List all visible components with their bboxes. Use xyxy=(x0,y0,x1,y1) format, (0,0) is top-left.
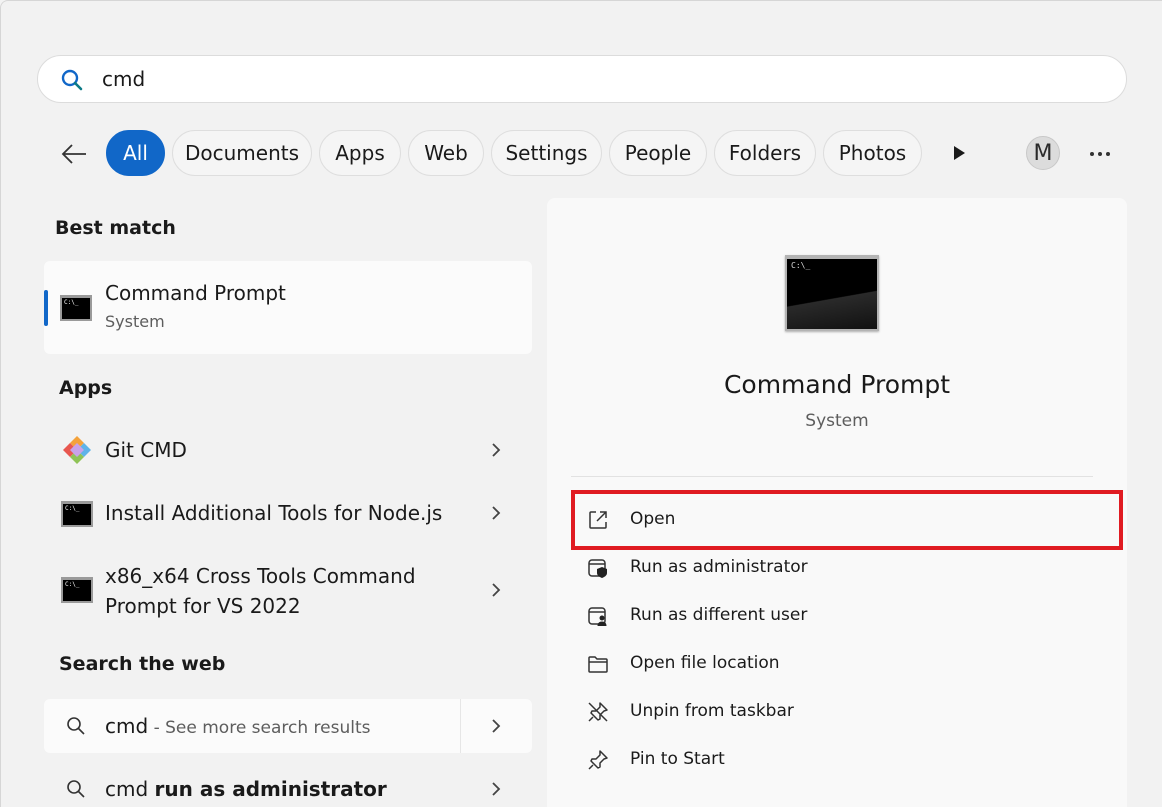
filter-chip-photos[interactable]: Photos xyxy=(823,130,922,176)
search-box[interactable] xyxy=(37,55,1127,103)
back-arrow-icon[interactable] xyxy=(59,139,89,169)
selection-indicator xyxy=(44,290,48,326)
open-external-icon xyxy=(589,511,607,529)
command-prompt-icon xyxy=(60,295,92,321)
search-icon xyxy=(61,69,83,91)
unpin-icon xyxy=(588,702,608,722)
web-result-term: cmd xyxy=(105,714,149,738)
git-cmd-icon xyxy=(63,436,91,464)
more-options-icon[interactable] xyxy=(1087,141,1113,167)
start-search-window: All Documents Apps Web Settings People F… xyxy=(0,0,1162,807)
app-item-label-line1: x86_x64 Cross Tools Command xyxy=(105,564,416,588)
action-open[interactable]: Open xyxy=(547,498,1127,542)
filter-chip-people[interactable]: People xyxy=(609,130,707,176)
filter-chip-apps[interactable]: Apps xyxy=(319,130,401,176)
action-run-as-different-user[interactable]: Run as different user xyxy=(547,594,1127,638)
action-label: Open xyxy=(630,509,676,529)
best-match-heading: Best match xyxy=(55,217,176,239)
filter-bar: All Documents Apps Web Settings People F… xyxy=(1,129,1162,179)
search-icon xyxy=(67,717,85,735)
action-label: Open file location xyxy=(630,653,780,673)
web-result-text: cmd run as administrator xyxy=(105,777,387,801)
divider xyxy=(571,476,1093,477)
search-icon xyxy=(67,780,85,798)
chevron-right-icon[interactable] xyxy=(487,780,505,798)
web-result-cmd[interactable]: cmd - See more search results xyxy=(44,699,532,753)
filter-chip-web[interactable]: Web xyxy=(408,130,484,176)
chevron-right-icon[interactable] xyxy=(487,581,505,599)
web-result-hint: - See more search results xyxy=(148,718,371,738)
action-label: Run as administrator xyxy=(630,557,808,577)
web-result-bold: run as administrator xyxy=(154,777,387,801)
app-item-label: Install Additional Tools for Node.js xyxy=(105,501,443,525)
action-pin-to-start[interactable]: Pin to Start xyxy=(547,738,1127,782)
icon-text: C:\_ xyxy=(791,261,811,270)
app-item-label: Git CMD xyxy=(105,438,187,462)
chevron-right-icon[interactable] xyxy=(487,717,505,735)
filter-chip-folders[interactable]: Folders xyxy=(714,130,816,176)
shield-admin-icon xyxy=(588,559,607,578)
best-match-subtitle: System xyxy=(105,312,165,331)
user-switch-icon xyxy=(588,607,607,626)
detail-title: Command Prompt xyxy=(723,370,951,399)
command-prompt-icon xyxy=(61,577,93,603)
filter-chip-settings[interactable]: Settings xyxy=(491,130,602,176)
best-match-title: Command Prompt xyxy=(105,281,286,305)
action-run-as-administrator[interactable]: Run as administrator xyxy=(547,546,1127,590)
best-match-item[interactable]: Command Prompt System xyxy=(44,261,532,354)
search-input[interactable] xyxy=(102,65,1002,93)
command-prompt-icon xyxy=(61,501,93,527)
chevron-right-icon[interactable] xyxy=(487,441,505,459)
search-web-heading: Search the web xyxy=(59,653,226,675)
chevron-right-icon[interactable] xyxy=(487,504,505,522)
web-result-term: cmd xyxy=(105,777,155,801)
folder-icon xyxy=(588,656,608,673)
divider xyxy=(460,699,461,753)
action-label: Run as different user xyxy=(630,605,808,625)
filter-chip-all[interactable]: All xyxy=(106,130,165,176)
detail-subtitle: System xyxy=(805,411,869,431)
apps-heading: Apps xyxy=(59,377,113,399)
avatar[interactable]: M xyxy=(1026,136,1060,170)
action-label: Pin to Start xyxy=(630,749,725,769)
filter-chip-documents[interactable]: Documents xyxy=(172,130,312,176)
action-unpin-from-taskbar[interactable]: Unpin from taskbar xyxy=(547,690,1127,734)
action-label: Unpin from taskbar xyxy=(630,701,794,721)
action-open-file-location[interactable]: Open file location xyxy=(547,642,1127,686)
command-prompt-large-icon: C:\_ xyxy=(785,255,879,331)
pin-icon xyxy=(588,750,608,770)
detail-panel: C:\_ Command Prompt System Open Run as a… xyxy=(547,198,1127,807)
app-item-label-line2: Prompt for VS 2022 xyxy=(105,594,301,618)
web-result-text: cmd - See more search results xyxy=(105,714,371,738)
play-icon[interactable] xyxy=(949,143,969,163)
